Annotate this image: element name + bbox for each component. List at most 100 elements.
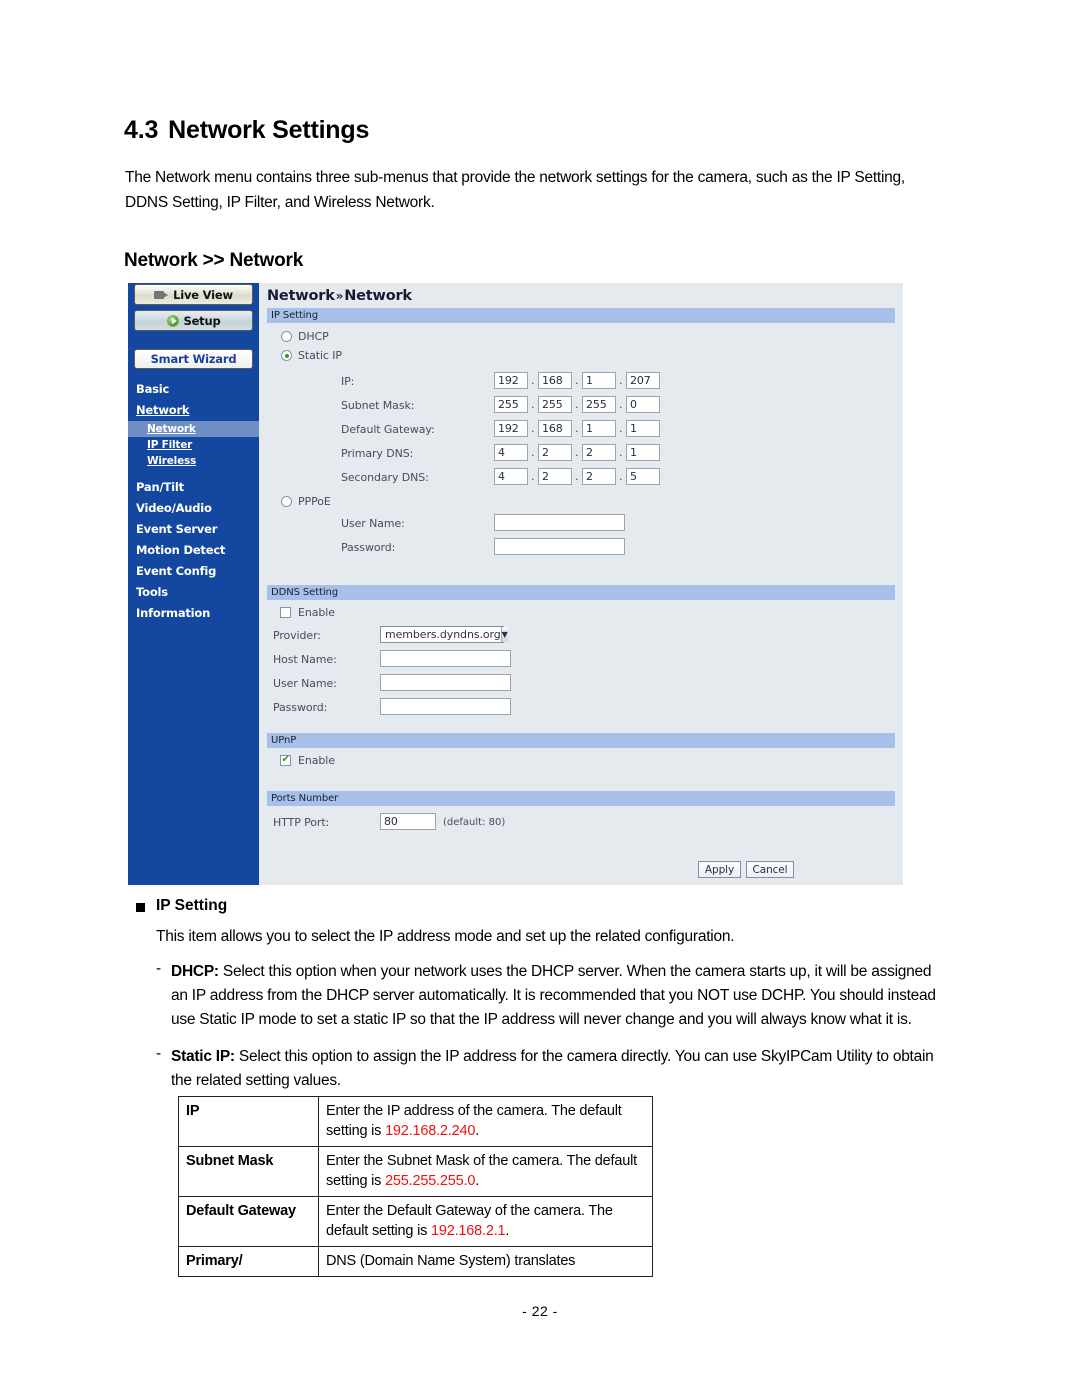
desc-post: . (475, 1123, 480, 1139)
ip-octet-4[interactable]: 207 (626, 372, 660, 389)
primary-dns-octet-4[interactable]: 1 (626, 444, 660, 461)
sidebar-item-basic[interactable]: Basic (128, 379, 259, 400)
gateway-octet-2[interactable]: 168 (538, 420, 572, 437)
table-cell-key: Default Gateway (178, 1196, 319, 1247)
label-secondary-dns: Secondary DNS: (341, 471, 429, 484)
ip-octet-3[interactable]: 1 (582, 372, 616, 389)
checkbox-ddns-enable[interactable] (280, 607, 291, 618)
ip-dot: . (531, 470, 535, 483)
sidebar-item-label: Event Config (136, 564, 217, 578)
subnet-octet-1[interactable]: 255 (494, 396, 528, 413)
sidebar-item-pan-tilt[interactable]: Pan/Tilt (128, 477, 259, 498)
ip-dot: . (531, 422, 535, 435)
ip-dot: . (619, 374, 623, 387)
sidebar-subitem-wireless[interactable]: Wireless (128, 453, 259, 469)
radio-pppoe[interactable] (281, 496, 292, 507)
sidebar-item-tools[interactable]: Tools (128, 582, 259, 603)
table-cell-value: Enter the IP address of the camera. The … (318, 1096, 653, 1147)
ip-dot: . (575, 470, 579, 483)
breadcrumb-parent: Network (267, 288, 335, 304)
label-http-port: HTTP Port: (273, 816, 330, 829)
section-number: 4.3 (124, 116, 159, 144)
table-cell-value: Enter the Subnet Mask of the camera. The… (318, 1146, 653, 1197)
secondary-dns-octet-1[interactable]: 4 (494, 468, 528, 485)
http-port-input[interactable]: 80 (380, 813, 436, 830)
pppoe-password-input[interactable] (494, 538, 625, 555)
ui-sidebar: Live View Setup Smart Wizard Basic Netwo… (128, 283, 259, 885)
smart-wizard-button[interactable]: Smart Wizard (134, 349, 253, 369)
camera-web-ui-screenshot: Live View Setup Smart Wizard Basic Netwo… (128, 283, 903, 885)
label-primary-dns: Primary DNS: (341, 447, 414, 460)
video-camera-icon (154, 290, 169, 300)
sidebar-item-label: Basic (136, 382, 170, 396)
sidebar-item-motion-detect[interactable]: Motion Detect (128, 540, 259, 561)
sidebar-item-video-audio[interactable]: Video/Audio (128, 498, 259, 519)
pppoe-username-input[interactable] (494, 514, 625, 531)
panel-breadcrumb: Network»Network (267, 288, 412, 304)
sidebar-subitem-network[interactable]: Network (128, 421, 259, 437)
sidebar-nav: Basic Network Network IP Filter Wireless… (128, 379, 259, 624)
ip-octet-1[interactable]: 192 (494, 372, 528, 389)
label-ddns-username: User Name: (273, 677, 337, 690)
apply-button[interactable]: Apply (698, 861, 741, 878)
static-ip-paragraph: Static IP: Select this option to assign … (171, 1045, 946, 1093)
dhcp-term: DHCP: (171, 963, 219, 980)
chevron-right-icon: » (335, 289, 344, 303)
secondary-dns-octet-3[interactable]: 2 (582, 468, 616, 485)
dhcp-description: Select this option when your network use… (171, 963, 936, 1028)
ip-octet-2[interactable]: 168 (538, 372, 572, 389)
sidebar-subitem-ip-filter[interactable]: IP Filter (128, 437, 259, 453)
bullet-square-icon (136, 903, 145, 912)
ip-dot: . (531, 446, 535, 459)
checkbox-upnp-enable[interactable] (280, 754, 291, 766)
primary-dns-octet-3[interactable]: 2 (582, 444, 616, 461)
ddns-password-input[interactable] (380, 698, 511, 715)
table-cell-value: DNS (Domain Name System) translates (318, 1246, 653, 1277)
table-row: Default Gateway Enter the Default Gatewa… (178, 1196, 653, 1247)
subnet-octet-2[interactable]: 255 (538, 396, 572, 413)
breadcrumb-current: Network (344, 288, 412, 304)
chevron-down-icon[interactable]: ▼ (500, 627, 508, 642)
sidebar-item-information[interactable]: Information (128, 603, 259, 624)
setup-button[interactable]: Setup (134, 310, 253, 331)
live-view-button[interactable]: Live View (134, 284, 253, 305)
ddns-provider-select[interactable]: members.dyndns.org ▼ (380, 626, 508, 643)
ddns-hostname-input[interactable] (380, 650, 511, 667)
cancel-button[interactable]: Cancel (746, 861, 794, 878)
radio-static-ip[interactable] (281, 350, 292, 361)
label-ddns-password: Password: (273, 701, 328, 714)
label-ddns-enable: Enable (298, 606, 335, 619)
primary-dns-octet-2[interactable]: 2 (538, 444, 572, 461)
sidebar-item-network[interactable]: Network (128, 400, 259, 421)
static-ip-term: Static IP: (171, 1048, 235, 1065)
ddns-username-input[interactable] (380, 674, 511, 691)
subnet-octet-3[interactable]: 255 (582, 396, 616, 413)
gateway-octet-4[interactable]: 1 (626, 420, 660, 437)
desc-post: . (505, 1223, 510, 1239)
ip-dot: . (575, 374, 579, 387)
table-cell-key: Subnet Mask (178, 1146, 319, 1197)
desc-pre: DNS (Domain Name System) translates (326, 1253, 576, 1269)
dash-marker: - (156, 960, 162, 977)
sidebar-subitem-label: Network (147, 423, 196, 435)
sidebar-item-label: Tools (136, 585, 168, 599)
gateway-octet-1[interactable]: 192 (494, 420, 528, 437)
secondary-dns-octet-4[interactable]: 5 (626, 468, 660, 485)
radio-dhcp[interactable] (281, 331, 292, 342)
sidebar-item-label: Motion Detect (136, 543, 226, 557)
secondary-dns-octet-2[interactable]: 2 (538, 468, 572, 485)
subnet-octet-4[interactable]: 0 (626, 396, 660, 413)
sidebar-subitem-label: Wireless (147, 455, 197, 467)
sidebar-item-event-server[interactable]: Event Server (128, 519, 259, 540)
ui-content-panel: Network»Network IP Setting DHCP Static I… (259, 283, 903, 885)
primary-dns-octet-1[interactable]: 4 (494, 444, 528, 461)
smart-wizard-label: Smart Wizard (150, 352, 237, 366)
lead-paragraph: This item allows you to select the IP ad… (156, 928, 735, 945)
sidebar-item-event-config[interactable]: Event Config (128, 561, 259, 582)
page-title: 4.3 Network Settings (124, 116, 369, 145)
label-upnp-enable: Enable (298, 754, 335, 767)
live-view-label: Live View (173, 287, 233, 302)
ip-dot: . (575, 446, 579, 459)
gateway-octet-3[interactable]: 1 (582, 420, 616, 437)
